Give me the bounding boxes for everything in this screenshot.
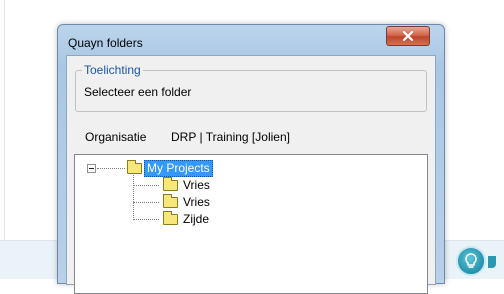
lightbulb-icon[interactable]: [456, 246, 486, 276]
tree-connector: [133, 219, 159, 220]
tree-connector: [133, 185, 159, 186]
tree-node[interactable]: Zijde: [183, 212, 209, 227]
close-button[interactable]: [386, 26, 430, 46]
background-partial-element: [488, 254, 504, 268]
lightbulb-glyph: [465, 253, 477, 268]
tree-connector: [133, 202, 159, 203]
dialog-client-area: Toelichting Selecteer een folder Organis…: [66, 55, 436, 294]
folder-icon: [163, 211, 178, 225]
tree-node[interactable]: Vries: [183, 195, 210, 210]
folder-icon: [163, 177, 178, 191]
collapse-toggle[interactable]: [87, 164, 96, 173]
title-bar[interactable]: Quayn folders: [58, 25, 444, 55]
instruction-text: Selecteer een folder: [84, 85, 192, 99]
background-divider: [4, 0, 5, 240]
tree-connector: [97, 168, 125, 169]
folder-tree[interactable]: My Projects Vries Vries Zijde: [74, 154, 428, 294]
tree-node[interactable]: Vries: [183, 178, 210, 193]
organisation-label: Organisatie: [85, 130, 147, 144]
close-icon: [402, 30, 414, 42]
tree-connector: [133, 175, 134, 220]
folder-icon: [163, 194, 178, 208]
dialog-title: Quayn folders: [68, 36, 143, 50]
tree-node-root[interactable]: My Projects: [144, 160, 213, 177]
quayn-folders-dialog: Quayn folders Toelichting Selecteer een …: [57, 24, 445, 294]
organisation-value: DRP | Training [Jolien]: [171, 130, 290, 144]
groupbox-legend: Toelichting: [82, 63, 143, 77]
folder-icon: [127, 160, 142, 174]
toelichting-groupbox: Toelichting Selecteer een folder: [75, 63, 427, 112]
